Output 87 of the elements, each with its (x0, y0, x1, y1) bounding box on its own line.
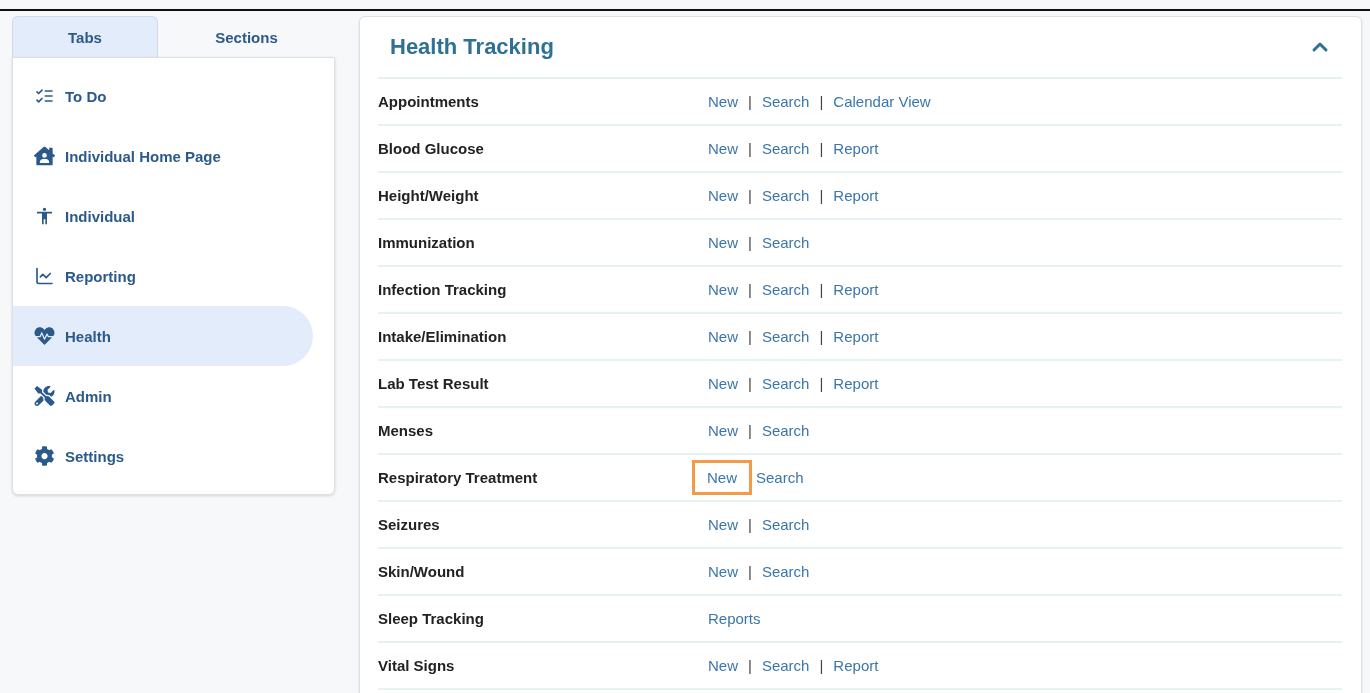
line-chart-icon (34, 266, 55, 286)
settings-icon (34, 446, 55, 466)
separator: | (748, 516, 752, 533)
action-link[interactable]: New (708, 328, 738, 345)
action-link[interactable]: New (708, 140, 738, 157)
separator: | (748, 234, 752, 251)
nav-label: Individual Home Page (65, 147, 221, 165)
nav-label: Health (65, 327, 111, 345)
action-link[interactable]: Search (761, 93, 810, 110)
action-link[interactable]: New (708, 375, 738, 392)
tools-icon (34, 386, 55, 406)
nav-label: Individual (65, 207, 135, 225)
separator: | (748, 187, 752, 204)
row-label: Lab Test Result (378, 375, 490, 392)
action-link[interactable]: New (708, 563, 738, 580)
nav-item[interactable]: Health (13, 306, 313, 366)
action-link[interactable]: New (708, 657, 738, 674)
nav-item[interactable]: To Do (13, 66, 313, 126)
person-icon (34, 206, 55, 226)
separator: | (819, 281, 824, 298)
separator: | (748, 93, 752, 110)
action-link[interactable]: Report (833, 657, 879, 674)
action-link[interactable]: New (708, 516, 738, 533)
separator: | (748, 563, 752, 580)
action-link[interactable]: Search (761, 657, 810, 674)
row-label: Blood Glucose (378, 140, 485, 157)
action-link[interactable]: Search (756, 469, 804, 486)
separator: | (819, 140, 824, 157)
nav-label: Admin (65, 387, 112, 405)
house-icon (34, 146, 55, 166)
nav-label: Reporting (65, 267, 136, 285)
row-label: Respiratory Treatment (378, 469, 539, 486)
separator: | (748, 375, 752, 392)
separator: | (748, 140, 752, 157)
nav-item[interactable]: Reporting (13, 246, 313, 306)
separator: | (819, 187, 824, 204)
action-link[interactable]: Report (833, 140, 879, 157)
action-link[interactable]: Reports (708, 610, 761, 627)
row-label: Skin/Wound (378, 563, 466, 580)
separator: | (819, 657, 824, 674)
nav-item[interactable]: Admin (13, 366, 313, 426)
action-link[interactable]: Report (833, 328, 879, 345)
separator: | (748, 657, 752, 674)
action-link[interactable]: Report (833, 375, 879, 392)
nav-label: To Do (65, 87, 107, 105)
row-label: Height/Weight (378, 187, 480, 204)
action-link[interactable]: Calendar View (833, 93, 931, 110)
action-link[interactable]: New (708, 234, 738, 251)
row-label: Infection Tracking (378, 281, 508, 298)
separator: | (748, 328, 752, 345)
action-link[interactable]: Search (761, 516, 810, 533)
separator: | (819, 328, 824, 345)
action-link[interactable]: New (708, 93, 738, 110)
action-link[interactable]: Report (833, 281, 879, 298)
action-link[interactable]: New (708, 281, 738, 298)
panel-title: Health Tracking (390, 34, 554, 60)
row-label: Immunization (378, 234, 476, 251)
action-link[interactable]: Search (761, 140, 810, 157)
row-label: Vital Signs (378, 657, 456, 674)
nav-item[interactable]: Individual (13, 186, 313, 246)
row-label: Intake/Elimination (378, 328, 508, 345)
nav-label: Settings (65, 447, 125, 465)
separator: | (748, 422, 752, 439)
separator: | (819, 93, 824, 110)
nav-item[interactable]: Individual Home Page (13, 126, 313, 186)
nav-item[interactable]: Settings (13, 426, 313, 486)
row-label: Menses (378, 422, 435, 439)
heartbeat-icon (34, 326, 55, 346)
action-link[interactable]: Search (761, 281, 810, 298)
separator: | (819, 375, 824, 392)
row-label: Appointments (378, 93, 480, 110)
action-link[interactable]: Search (761, 187, 810, 204)
action-link[interactable]: New (708, 422, 738, 439)
action-link[interactable]: Search (761, 234, 810, 251)
separator: | (748, 281, 752, 298)
action-link[interactable]: New (708, 187, 738, 204)
action-link[interactable]: Search (761, 563, 810, 580)
row-label: Seizures (378, 516, 441, 533)
row-label: Sleep Tracking (378, 610, 485, 627)
tab[interactable]: Sections (158, 16, 335, 57)
checklist-icon (34, 86, 55, 106)
action-link[interactable]: Search (761, 375, 810, 392)
tab[interactable]: Tabs (12, 16, 158, 57)
action-link[interactable]: New (695, 463, 749, 492)
action-link[interactable]: Search (761, 422, 810, 439)
action-link[interactable]: Report (833, 187, 879, 204)
action-link[interactable]: Search (761, 328, 810, 345)
